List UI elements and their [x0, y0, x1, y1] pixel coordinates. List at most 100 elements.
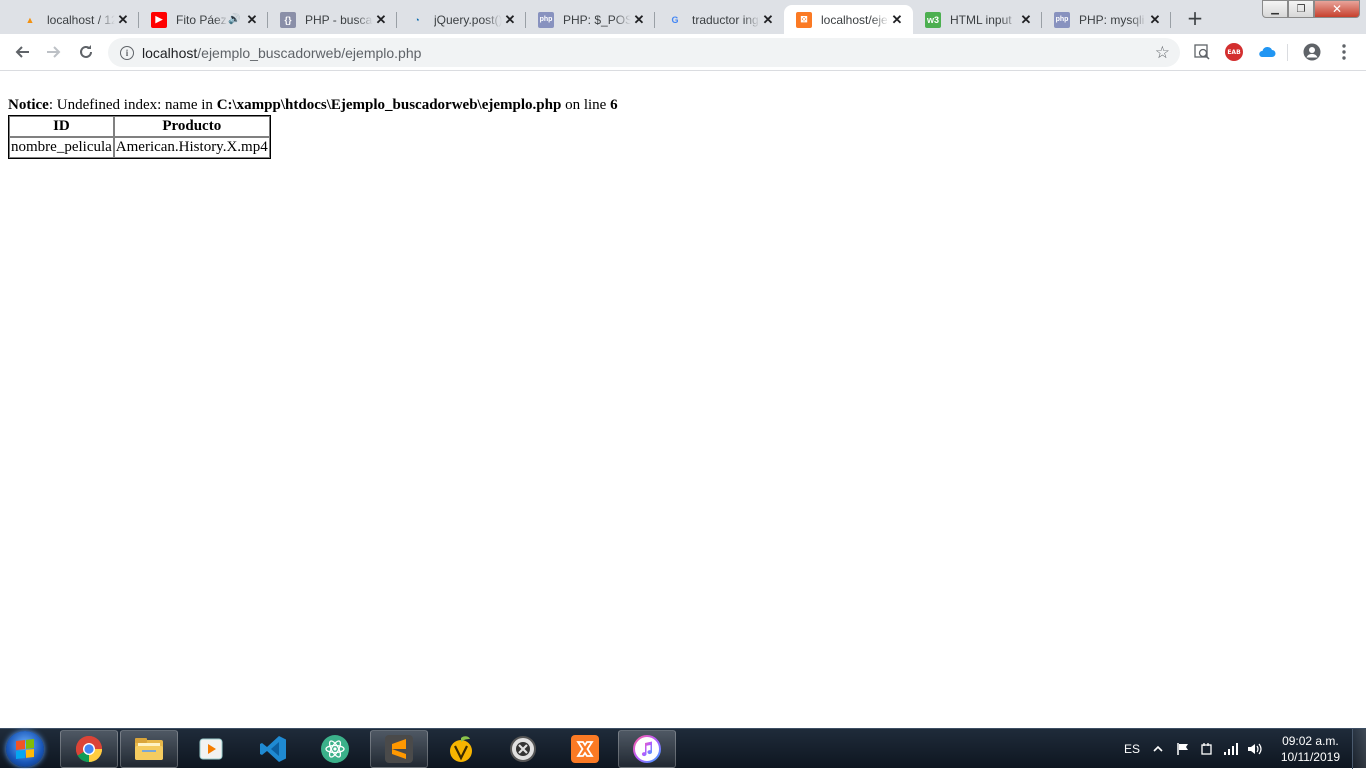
folder-icon [135, 738, 163, 760]
signal-bars-icon [1224, 743, 1238, 755]
taskbar-vscode[interactable] [244, 730, 302, 768]
notice-message: : Undefined index: name in [48, 97, 217, 113]
tab-close-icon[interactable]: ✕ [631, 12, 647, 28]
chevron-up-icon [1153, 745, 1163, 752]
notice-file: C:\xampp\htdocs\Ejemplo_buscadorweb\ejem… [216, 97, 562, 113]
browser-tab[interactable]: php PHP: $_POST✕ [526, 5, 655, 34]
fruity-loops-icon [450, 736, 472, 762]
google-icon: G [671, 14, 679, 25]
system-clock[interactable]: 09:02 a.m. 10/11/2019 [1281, 733, 1340, 765]
circle-x-icon [510, 736, 536, 762]
url-text[interactable]: localhost/ejemplo_buscadorweb/ejemplo.ph… [142, 45, 1155, 61]
taskbar-atom[interactable] [306, 730, 364, 768]
browser-tab[interactable]: {} PHP - buscador✕ [268, 5, 397, 34]
tab-title: HTML input [950, 12, 1012, 27]
sublime-icon [385, 735, 413, 763]
taskbar-explorer[interactable] [120, 730, 178, 768]
tab-title: localhost/ejemplo [821, 12, 889, 27]
volume-tray[interactable] [1247, 729, 1263, 769]
notice-label: Notice [8, 97, 49, 113]
cloud-extension-icon[interactable] [1257, 42, 1277, 62]
browser-toolbar: i localhost/ejemplo_buscadorweb/ejemplo.… [0, 34, 1366, 71]
reload-button[interactable] [74, 40, 98, 64]
windows-logo-icon [16, 739, 34, 759]
notice-line-number: 6 [610, 97, 618, 113]
speaker-icon [1248, 743, 1262, 755]
maximize-button[interactable]: ❐ [1288, 0, 1314, 18]
taskbar-chrome[interactable] [60, 730, 118, 768]
url-host: localhost [142, 44, 198, 61]
taskbar-fl-studio[interactable] [432, 730, 490, 768]
results-table: ID Producto nombre_pelicula American.His… [8, 115, 271, 159]
back-button[interactable] [10, 40, 34, 64]
notice-on-line: on line [561, 97, 611, 113]
browser-tab[interactable]: w3 HTML input ✕ [913, 5, 1042, 34]
table-row: nombre_pelicula American.History.X.mp4 [9, 137, 270, 158]
tab-audio-icon[interactable]: 🔊 [228, 14, 240, 25]
forward-button[interactable] [42, 40, 66, 64]
menu-kebab-icon[interactable] [1334, 42, 1354, 62]
tab-title: jQuery.post() [434, 12, 502, 27]
show-desktop-button[interactable] [1352, 729, 1366, 769]
tab-close-icon[interactable]: ✕ [502, 12, 518, 28]
media-player-icon [199, 738, 223, 760]
zoom-search-icon[interactable] [1192, 42, 1212, 62]
minimize-button[interactable]: ▁ [1262, 0, 1288, 18]
bookmark-star-icon[interactable]: ☆ [1155, 43, 1170, 63]
power-tray[interactable] [1199, 729, 1213, 769]
taskbar-xampp[interactable] [556, 730, 614, 768]
tab-close-icon[interactable]: ✕ [1147, 12, 1163, 28]
atom-icon [321, 735, 349, 763]
youtube-icon: ▶ [151, 11, 167, 28]
show-hidden-icons-button[interactable] [1153, 729, 1163, 769]
jquery-icon: ◔ [414, 14, 420, 25]
taskbar-sublime[interactable] [370, 730, 428, 768]
start-button[interactable] [6, 731, 44, 767]
action-center-tray[interactable] [1176, 729, 1190, 769]
tab-title: Fito Páez [176, 12, 227, 27]
page-viewport: Notice: Undefined index: name in C:\xamp… [0, 71, 1366, 728]
windows-taskbar: ES 09:02 a.m. 10/11/2019 [0, 728, 1366, 769]
column-header-producto: Producto [113, 116, 270, 137]
tab-close-icon[interactable]: ✕ [1018, 12, 1034, 28]
adblock-icon[interactable]: EAB [1224, 42, 1244, 62]
taskbar-itunes[interactable] [618, 730, 676, 768]
taskbar-media-player[interactable] [182, 730, 240, 768]
tab-close-icon[interactable]: ✕ [760, 12, 776, 28]
tab-title: PHP: mysqli [1079, 12, 1145, 27]
forward-arrow-icon [47, 46, 61, 58]
address-bar[interactable]: i localhost/ejemplo_buscadorweb/ejemplo.… [108, 38, 1180, 67]
power-plug-icon [1201, 743, 1212, 755]
browser-tab[interactable]: ▲ localhost / 127.0.0.1✕ [10, 5, 139, 34]
table-header-row: ID Producto [9, 116, 270, 137]
flag-icon [1177, 743, 1188, 755]
clock-date: 10/11/2019 [1280, 750, 1340, 764]
xampp-icon [571, 735, 599, 763]
new-tab-button[interactable]: + [1181, 4, 1209, 32]
taskbar-app[interactable] [494, 730, 552, 768]
language-indicator[interactable]: ES [1124, 729, 1140, 769]
network-tray[interactable] [1223, 729, 1239, 769]
toolbar-divider [1287, 44, 1288, 61]
php-icon: php [538, 11, 554, 28]
tab-close-icon[interactable]: ✕ [889, 12, 905, 28]
tab-strip: ▲localhost / 127.0.0.1✕▶Fito Páez🔊✕{}PHP… [0, 0, 1366, 34]
close-window-button[interactable]: ✕ [1314, 0, 1360, 18]
xampp-icon: ⊠ [796, 11, 812, 28]
browser-tab[interactable]: ▶ Fito Páez 🔊 ✕ [139, 5, 268, 34]
tab-close-icon[interactable]: ✕ [244, 12, 260, 28]
cell-producto: American.History.X.mp4 [113, 137, 270, 158]
tab-close-icon[interactable]: ✕ [115, 12, 131, 28]
browser-tab[interactable]: ◔ jQuery.post() ✕ [397, 5, 526, 34]
tab-close-icon[interactable]: ✕ [373, 12, 389, 28]
browser-tab[interactable]: ⊠ localhost/ejemplo✕ [784, 5, 913, 34]
profile-avatar-icon[interactable] [1302, 42, 1322, 62]
tab-title: traductor inglés [692, 12, 760, 27]
phpmyadmin-icon: ▲ [25, 14, 35, 25]
browser-tab[interactable]: php PHP: mysqli ✕ [1042, 5, 1171, 34]
back-arrow-icon [15, 46, 29, 58]
site-info-icon[interactable]: i [120, 45, 134, 60]
column-header-id: ID [9, 116, 114, 137]
browser-tab[interactable]: Gtraductor inglés✕ [655, 5, 784, 34]
tab-title: PHP: $_POST [563, 12, 631, 27]
